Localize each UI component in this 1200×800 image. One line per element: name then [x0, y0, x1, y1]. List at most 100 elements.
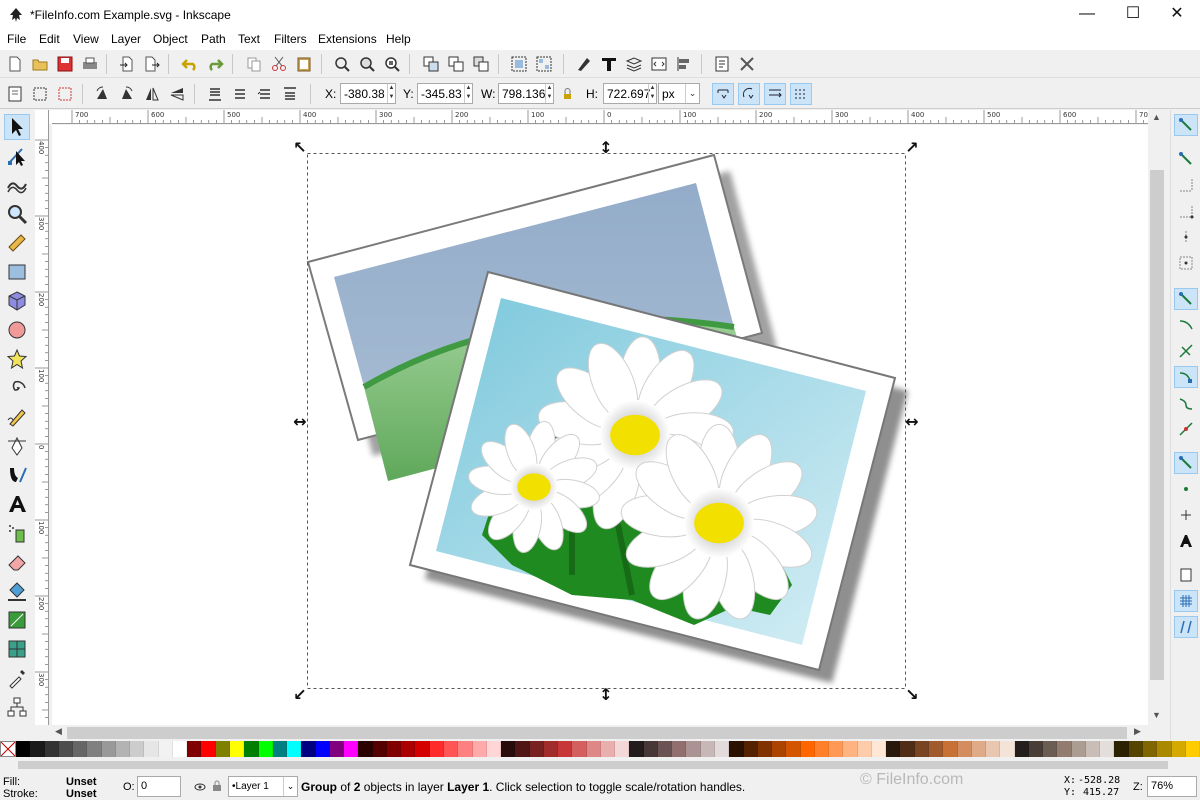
color-swatch[interactable] — [229, 741, 245, 757]
ungroup-button[interactable] — [533, 53, 555, 75]
color-swatch[interactable] — [201, 741, 216, 757]
snap-grids-toggle[interactable] — [1174, 590, 1198, 612]
paint-bucket-tool[interactable] — [4, 578, 30, 604]
color-swatch[interactable] — [1128, 741, 1143, 757]
drawing-canvas[interactable]: ↖ ↕ ↗ ↔ ↔ ↙ ↕ ↘ — [52, 125, 1148, 725]
scale-stroke-toggle[interactable] — [712, 83, 734, 105]
horizontal-ruler[interactable]: 700 600 500 400 300 200 100 0 100 200 300 400 500 600… — [52, 110, 1148, 124]
duplicate-button[interactable] — [420, 53, 442, 75]
layers-dialog-button[interactable] — [623, 53, 645, 75]
color-swatch[interactable] — [1085, 741, 1101, 757]
h-spin-icon[interactable]: ▲ ▼ — [648, 84, 656, 103]
palette-scroll-thumb[interactable] — [18, 761, 1168, 769]
color-swatch[interactable] — [929, 741, 944, 757]
color-swatch[interactable] — [986, 741, 1001, 757]
color-swatch[interactable] — [401, 741, 416, 757]
deselect-button[interactable] — [54, 83, 76, 105]
opacity-input[interactable]: 0 — [137, 776, 181, 797]
mesh-tool[interactable] — [4, 636, 30, 662]
copy-button[interactable] — [243, 53, 265, 75]
group-button[interactable] — [508, 53, 530, 75]
scale-handle-icon[interactable]: ↔ — [905, 412, 918, 431]
color-swatch[interactable] — [130, 741, 145, 757]
snap-bbox-corners-toggle[interactable] — [1174, 200, 1198, 222]
palette-scrollbar[interactable] — [0, 758, 1200, 772]
snap-paths-toggle[interactable] — [1174, 314, 1198, 336]
color-swatch[interactable] — [757, 741, 773, 757]
lock-layer-icon[interactable] — [212, 780, 222, 792]
menu-filters[interactable]: Filters — [274, 32, 307, 46]
zoom-selection-button[interactable] — [331, 53, 353, 75]
eraser-tool[interactable] — [4, 549, 30, 575]
color-swatch[interactable] — [315, 741, 330, 757]
transform-gradients-toggle[interactable] — [764, 83, 786, 105]
color-swatch[interactable] — [1114, 741, 1129, 757]
ellipse-tool[interactable] — [4, 317, 30, 343]
menu-help[interactable]: Help — [386, 32, 411, 46]
color-swatch[interactable] — [800, 741, 815, 757]
color-swatch[interactable] — [914, 741, 929, 757]
snap-object-centers-toggle[interactable] — [1174, 478, 1198, 500]
snap-text-baseline-toggle[interactable] — [1174, 530, 1198, 552]
cut-button[interactable] — [268, 53, 290, 75]
pen-tool[interactable] — [4, 433, 30, 459]
rectangle-tool[interactable] — [4, 259, 30, 285]
vertical-ruler[interactable]: 4003002001000100200300400 — [35, 110, 49, 725]
pencil-tool[interactable] — [4, 404, 30, 430]
zoom-tool[interactable] — [4, 201, 30, 227]
color-swatch[interactable] — [73, 741, 88, 757]
color-swatch[interactable] — [329, 741, 345, 757]
horizontal-scroll-thumb[interactable] — [67, 727, 1127, 739]
text-tool[interactable] — [4, 491, 30, 517]
menu-object[interactable]: Object — [153, 32, 188, 46]
color-swatch[interactable] — [686, 741, 701, 757]
snap-cusp-nodes-toggle[interactable] — [1174, 366, 1198, 388]
rotate-ccw-button[interactable] — [91, 83, 113, 105]
measure-tool[interactable] — [4, 230, 30, 256]
scroll-left-icon[interactable]: ◀ — [55, 726, 62, 737]
color-swatch[interactable] — [215, 741, 230, 757]
horizontal-scrollbar[interactable]: ◀ ▶ — [52, 725, 1148, 741]
connector-tool[interactable] — [4, 694, 30, 720]
zoom-page-button[interactable] — [381, 53, 403, 75]
menu-edit[interactable]: Edit — [39, 32, 60, 46]
text-font-dialog-button[interactable] — [598, 53, 620, 75]
color-swatch[interactable] — [572, 741, 587, 757]
menu-layer[interactable]: Layer — [111, 32, 141, 46]
color-swatch[interactable] — [115, 741, 131, 757]
redo-button[interactable] — [204, 53, 226, 75]
y-input[interactable]: -345.83 ▲ ▼ — [417, 83, 473, 104]
color-swatch[interactable] — [272, 741, 288, 757]
color-swatch[interactable] — [101, 741, 116, 757]
dropper-tool[interactable] — [4, 665, 30, 691]
color-swatch[interactable] — [843, 741, 858, 757]
snap-nodes-toggle[interactable] — [1174, 288, 1198, 310]
y-spin-icon[interactable]: ▲ ▼ — [464, 84, 472, 103]
color-swatch[interactable] — [415, 741, 430, 757]
minimize-button[interactable]: — — [1064, 0, 1110, 30]
color-swatch[interactable] — [700, 741, 716, 757]
clone-button[interactable] — [445, 53, 467, 75]
color-swatch[interactable] — [443, 741, 459, 757]
menu-extensions[interactable]: Extensions — [318, 32, 377, 46]
lower-button[interactable] — [229, 83, 251, 105]
color-swatch[interactable] — [543, 741, 559, 757]
no-paint-swatch[interactable] — [0, 741, 16, 757]
color-swatch[interactable] — [1014, 741, 1029, 757]
color-swatch[interactable] — [1057, 741, 1072, 757]
snap-bbox-toggle[interactable] — [1174, 148, 1198, 170]
scale-handle-icon[interactable]: ↕ — [599, 685, 612, 704]
snap-page-border-toggle[interactable] — [1174, 564, 1198, 586]
vertical-scrollbar[interactable]: ▲ ▼ — [1148, 110, 1168, 725]
flip-vertical-button[interactable] — [166, 83, 188, 105]
stroke-value[interactable]: Unset — [66, 788, 97, 800]
selector-tool[interactable] — [4, 114, 30, 140]
color-swatch[interactable] — [386, 741, 402, 757]
eye-visibility-icon[interactable] — [194, 781, 206, 793]
close-button[interactable]: ✕ — [1154, 0, 1200, 30]
snap-bbox-centers-toggle[interactable] — [1174, 252, 1198, 274]
transform-patterns-toggle[interactable] — [790, 83, 812, 105]
export-button[interactable] — [141, 53, 163, 75]
select-all-button[interactable] — [4, 83, 26, 105]
scale-handle-icon[interactable]: ↖ — [293, 138, 306, 157]
